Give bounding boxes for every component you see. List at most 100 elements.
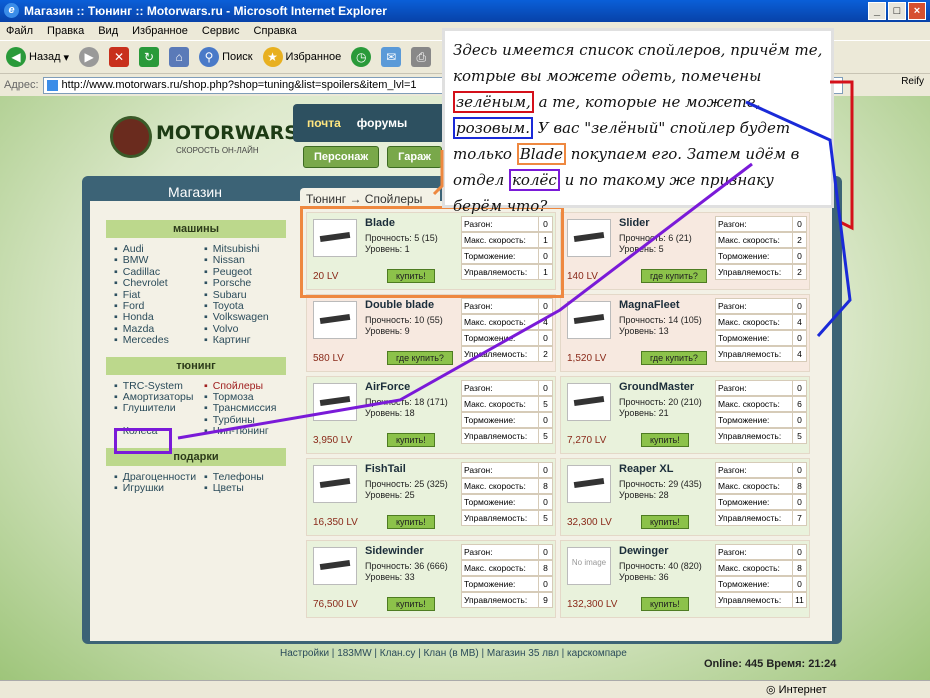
forward-button[interactable]: ▶ <box>79 47 100 67</box>
buy-button[interactable]: купить! <box>641 515 689 529</box>
stat-value: 0 <box>792 217 806 231</box>
stat-label: Торможение: <box>718 415 770 425</box>
buy-button[interactable]: где купить? <box>387 351 453 365</box>
buy-button[interactable]: купить! <box>387 597 435 611</box>
stat-value: 11 <box>792 593 806 607</box>
stat-label: Торможение: <box>718 579 770 589</box>
spoiler-image[interactable] <box>567 301 611 339</box>
gift-item[interactable]: Цветы <box>204 482 284 494</box>
machine-item[interactable]: Chevrolet <box>114 277 194 289</box>
stat-label: Управляемость: <box>718 513 782 523</box>
stat-row: Торможение: 0 <box>715 494 807 510</box>
spoiler-name: Reaper XL <box>619 463 674 475</box>
status-bar: ◎ Интернет <box>0 680 930 698</box>
stat-label: Макс. скорость: <box>718 563 780 573</box>
site-logo[interactable]: MOTORWARS.RU СКОРОСТЬ ОН-ЛАЙН <box>110 114 335 164</box>
buy-button[interactable]: где купить? <box>641 269 707 283</box>
nav-garage-button[interactable]: Гараж <box>387 146 442 168</box>
buy-button[interactable]: купить! <box>641 597 689 611</box>
buy-button[interactable]: купить! <box>387 515 435 529</box>
tuning-item[interactable]: Чип-тюнинг <box>204 425 284 437</box>
reify-label: Reify <box>901 76 924 87</box>
logo-emblem-icon <box>110 116 152 158</box>
close-button[interactable]: × <box>908 2 926 20</box>
window-title: Магазин :: Тюнинг :: Motorwars.ru - Micr… <box>24 4 387 18</box>
spoiler-image[interactable] <box>567 219 611 257</box>
stat-row: Торможение: 0 <box>715 412 807 428</box>
stat-label: Торможение: <box>718 251 770 261</box>
spoiler-image[interactable] <box>567 465 611 503</box>
tuning-item[interactable]: Глушители <box>114 403 194 415</box>
online-status: Online: 445 Время: 21:24 <box>704 658 837 670</box>
note-text-1: Здесь имеется список спойлеров, причём т… <box>453 41 823 85</box>
back-button[interactable]: ◀ Назад ▾ <box>6 47 69 67</box>
nav-character-button[interactable]: Персонаж <box>303 146 380 168</box>
stat-row: Торможение: 0 <box>461 330 553 346</box>
search-button[interactable]: ⚲ Поиск <box>199 47 253 67</box>
stat-label: Торможение: <box>718 333 770 343</box>
buy-button[interactable]: купить! <box>387 433 435 447</box>
buy-button[interactable]: где купить? <box>641 351 707 365</box>
machine-item[interactable]: Картинг <box>204 334 284 346</box>
spoiler-durability: Прочность: 25 (325) <box>365 479 448 489</box>
stats-table: Разгон: 0 Макс. скорость: 2 Торможение: 0 Упра… <box>715 216 807 280</box>
menu-file[interactable]: Файл <box>6 22 33 40</box>
spoiler-durability: Прочность: 6 (21) <box>619 233 692 243</box>
machine-item[interactable]: Porsche <box>204 277 284 289</box>
minimize-button[interactable]: _ <box>868 2 886 20</box>
stat-value: 0 <box>792 381 806 395</box>
menu-tools[interactable]: Сервис <box>202 22 240 40</box>
wheels-highlight <box>114 428 172 454</box>
menu-favorites[interactable]: Избранное <box>132 22 188 40</box>
stats-table: Разгон: 0 Макс. скорость: 8 Торможение: 0 Упра… <box>715 544 807 608</box>
spoiler-image[interactable]: No image <box>567 547 611 585</box>
stat-row: Управляемость: 5 <box>461 510 553 526</box>
stat-value: 8 <box>792 561 806 575</box>
spoiler-durability: Прочность: 40 (820) <box>619 561 702 571</box>
spoiler-image[interactable] <box>313 547 357 585</box>
mail-button[interactable]: ✉ <box>381 47 402 67</box>
spoiler-card: Slider Прочность: 6 (21) Уровень: 5 140 LV г… <box>560 212 810 290</box>
stat-value: 0 <box>538 577 552 591</box>
note-blade-word: Blade <box>516 143 566 165</box>
footer-links[interactable]: Настройки | 183MW | Клан.су | Клан (в МВ… <box>280 648 627 659</box>
nav-forums[interactable]: форумы <box>357 116 407 130</box>
stop-button[interactable]: ✕ <box>109 47 130 67</box>
history-button[interactable]: ◷ <box>351 47 372 67</box>
print-button[interactable]: ⎙ <box>411 47 432 67</box>
note-text-2: а те, которые не можете, <box>533 93 761 111</box>
stat-label: Макс. скорость: <box>464 481 526 491</box>
stat-value: 0 <box>792 413 806 427</box>
favorites-button[interactable]: ★ Избранное <box>262 47 341 67</box>
spoiler-price: 3,950 LV <box>313 435 353 446</box>
reify-button[interactable]: Reify <box>901 76 924 87</box>
spoiler-image[interactable] <box>567 383 611 421</box>
spoiler-image[interactable] <box>313 301 357 339</box>
zone-label: Интернет <box>778 684 827 696</box>
spoiler-image[interactable] <box>313 383 357 421</box>
maximize-button[interactable]: □ <box>888 2 906 20</box>
stat-label: Торможение: <box>464 497 516 507</box>
nav-mail[interactable]: почта <box>307 116 341 130</box>
menu-view[interactable]: Вид <box>98 22 118 40</box>
home-button[interactable]: ⌂ <box>169 47 190 67</box>
stat-label: Управляемость: <box>718 431 782 441</box>
machine-item[interactable]: Mercedes <box>114 334 194 346</box>
spoiler-image[interactable] <box>313 465 357 503</box>
stat-value: 0 <box>538 413 552 427</box>
gift-item[interactable]: Игрушки <box>114 482 194 494</box>
stat-label: Торможение: <box>464 333 516 343</box>
menu-edit[interactable]: Правка <box>47 22 84 40</box>
machines-right-list: MitsubishiNissanPeugeotPorscheSubaruToyo… <box>204 243 284 347</box>
menu-help[interactable]: Справка <box>254 22 297 40</box>
stat-value: 0 <box>538 495 552 509</box>
stat-row: Макс. скорость: 4 <box>461 314 553 330</box>
back-label: Назад <box>29 51 61 63</box>
buy-button[interactable]: купить! <box>641 433 689 447</box>
stat-label: Разгон: <box>718 465 747 475</box>
spoiler-card: GroundMaster Прочность: 20 (210) Уровень: … <box>560 376 810 454</box>
stat-value: 9 <box>538 593 552 607</box>
stat-row: Управляемость: 5 <box>715 428 807 444</box>
refresh-button[interactable]: ↻ <box>139 47 160 67</box>
stat-label: Макс. скорость: <box>718 481 780 491</box>
